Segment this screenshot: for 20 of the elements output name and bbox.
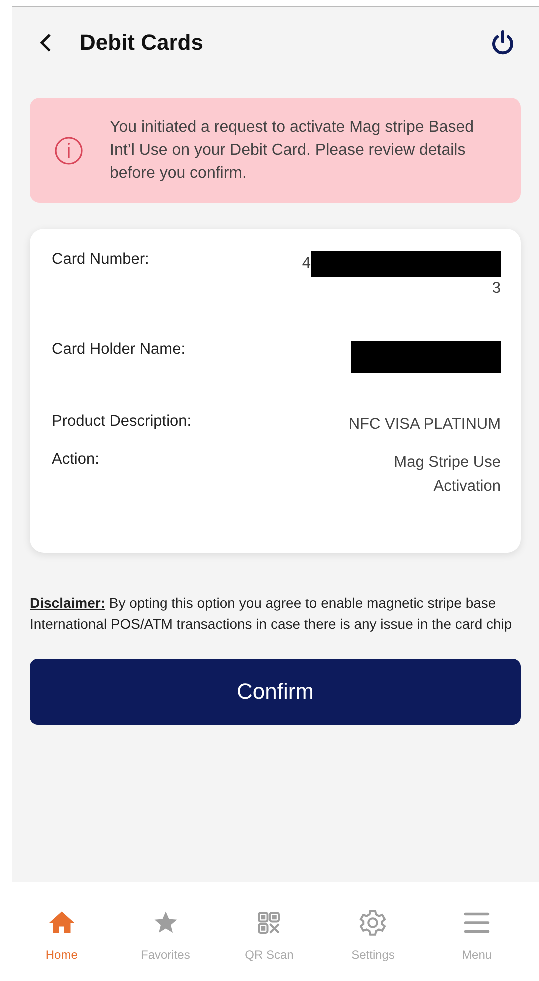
- nav-tab[interactable]: Favorites: [120, 908, 211, 962]
- back-icon[interactable]: [38, 33, 54, 53]
- disclaimer-text: Disclaimer: By opting this option you agree to enable magnetic stripe base International POS/ATM transactions in case there is any issue in the card chip: [30, 594, 514, 634]
- alert-message: You initiated a request to activate Mag stripe Based Int’l Use on your Debit Card. Please review details before you confirm.: [110, 118, 476, 184]
- detail-label: Action:: [52, 451, 100, 469]
- nav-tab[interactable]: Home: [16, 908, 107, 962]
- detail-value: NFC VISA PLATINUM: [348, 415, 501, 435]
- detail-label: Card Holder Name:: [52, 341, 186, 359]
- settings-icon: [358, 908, 388, 938]
- confirm-button[interactable]: Confirm: [30, 659, 521, 725]
- detail-label: Product Description:: [52, 413, 192, 431]
- detail-value: 3: [492, 279, 501, 299]
- nav-tab[interactable]: QR Scan: [224, 908, 314, 962]
- detail-value: 4: [302, 254, 311, 274]
- nav-tab[interactable]: Settings: [328, 908, 418, 962]
- detail-label: Card Number:: [52, 251, 150, 269]
- info-icon: [54, 136, 84, 166]
- detail-value: Mag Stripe Use Activation: [393, 453, 501, 497]
- nav-tab[interactable]: Menu: [432, 908, 522, 962]
- page-title: Debit Cards: [80, 30, 204, 56]
